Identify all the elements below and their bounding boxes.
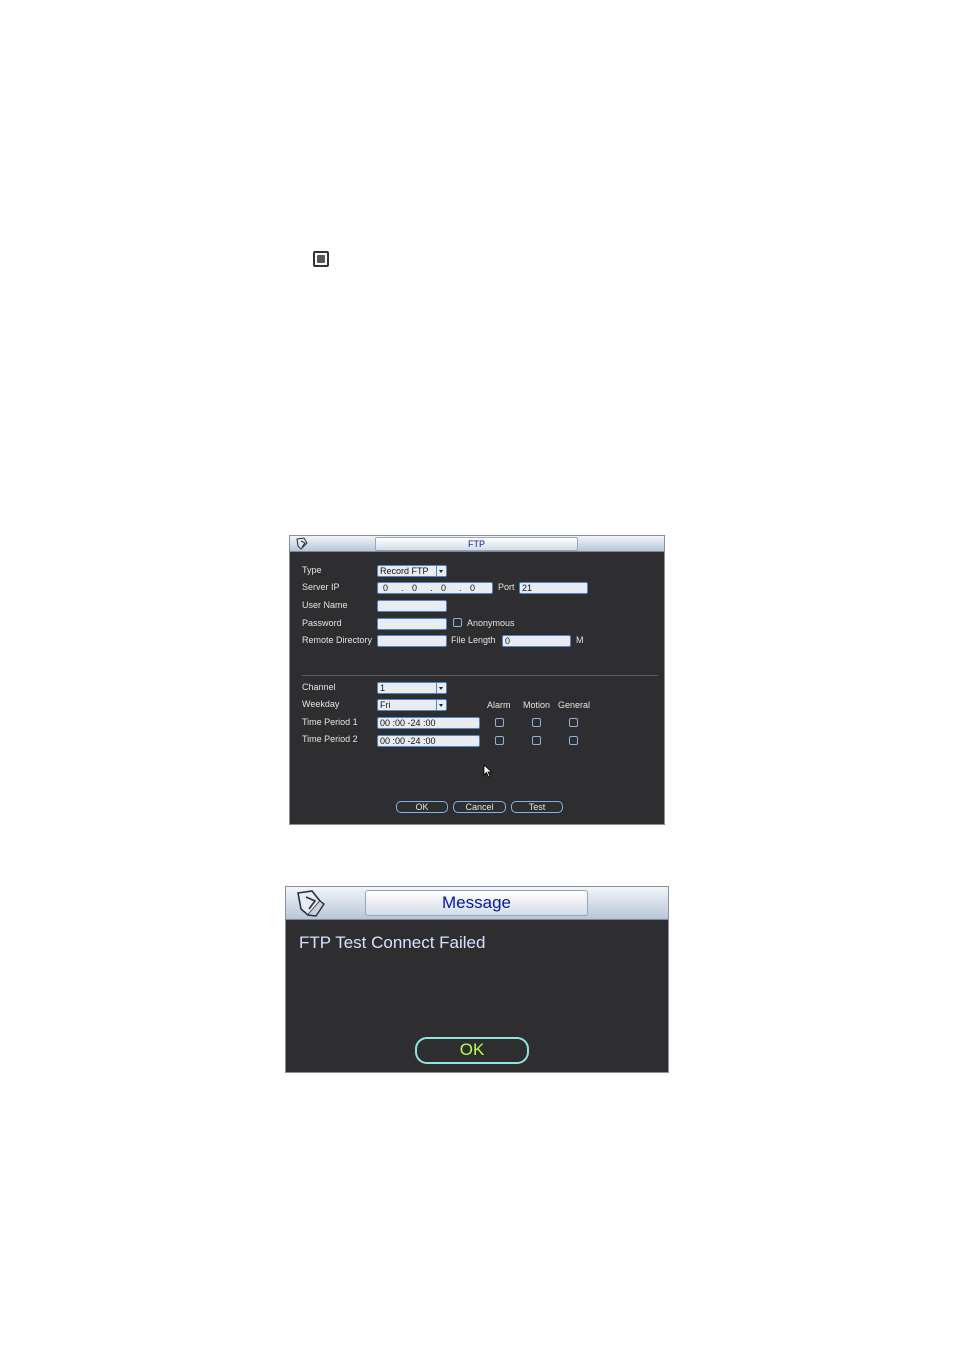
file-length-unit: M: [576, 635, 584, 645]
ip-octet-1[interactable]: 0: [383, 583, 388, 593]
checkbox-icon: [313, 251, 329, 267]
alarm-header: Alarm: [487, 700, 511, 710]
weekday-select[interactable]: Fri: [377, 699, 447, 711]
time-period-1-field[interactable]: 00 :00 -24 :00: [377, 717, 480, 729]
mouse-cursor-icon: [483, 764, 493, 778]
test-button[interactable]: Test: [511, 801, 563, 813]
ok-button[interactable]: OK: [396, 801, 448, 813]
channel-label: Channel: [302, 682, 336, 692]
ip-octet-4[interactable]: 0: [470, 583, 475, 593]
type-label: Type: [302, 565, 322, 575]
chevron-down-icon: [436, 683, 446, 693]
chevron-down-icon: [436, 700, 446, 710]
chevron-down-icon: [436, 566, 446, 576]
port-label: Port: [498, 582, 515, 592]
file-length-field[interactable]: 0: [502, 635, 571, 647]
message-window: Message FTP Test Connect Failed OK: [285, 886, 669, 1073]
port-field[interactable]: 21: [519, 582, 588, 594]
period-2-general-checkbox[interactable]: [569, 736, 578, 745]
username-field[interactable]: [377, 600, 447, 612]
period-1-alarm-checkbox[interactable]: [495, 718, 504, 727]
ftp-window: FTP Type Record FTP Server IP 0 . 0 . 0 …: [289, 535, 665, 825]
app-logo-icon: [296, 537, 308, 550]
ip-octet-3[interactable]: 0: [441, 583, 446, 593]
ftp-title: FTP: [375, 537, 578, 551]
message-titlebar: Message: [286, 887, 668, 920]
time-period-2-field[interactable]: 00 :00 -24 :00: [377, 735, 480, 747]
ip-dot: .: [401, 583, 404, 593]
channel-select-value: 1: [380, 683, 386, 693]
channel-select[interactable]: 1: [377, 682, 447, 694]
remote-directory-field[interactable]: [377, 635, 447, 647]
message-title: Message: [365, 890, 588, 916]
period-2-alarm-checkbox[interactable]: [495, 736, 504, 745]
ip-dot: .: [430, 583, 433, 593]
server-ip-field[interactable]: 0 . 0 . 0 . 0: [377, 582, 493, 594]
period-2-motion-checkbox[interactable]: [532, 736, 541, 745]
password-label: Password: [302, 618, 342, 628]
weekday-select-value: Fri: [380, 700, 391, 710]
cancel-button[interactable]: Cancel: [453, 801, 506, 813]
divider: [302, 675, 658, 676]
period-1-general-checkbox[interactable]: [569, 718, 578, 727]
remote-directory-label: Remote Directory: [302, 635, 373, 645]
general-header: General: [558, 700, 591, 710]
time-period-1-label: Time Period 1: [302, 717, 358, 727]
server-ip-label: Server IP: [302, 582, 340, 592]
file-length-label: File Length: [451, 635, 496, 645]
type-select[interactable]: Record FTP: [377, 565, 447, 577]
type-select-value: Record FTP: [380, 566, 429, 576]
period-1-motion-checkbox[interactable]: [532, 718, 541, 727]
anonymous-label: Anonymous: [467, 618, 515, 628]
weekday-label: Weekday: [302, 699, 340, 709]
anonymous-checkbox[interactable]: [453, 618, 462, 627]
app-logo-icon: [297, 890, 325, 917]
motion-header: Motion: [523, 700, 551, 710]
message-text: FTP Test Connect Failed: [299, 933, 486, 952]
password-field[interactable]: [377, 618, 447, 630]
ftp-titlebar: FTP: [290, 536, 664, 552]
username-label: User Name: [302, 600, 348, 610]
time-period-2-label: Time Period 2: [302, 734, 358, 744]
message-ok-button[interactable]: OK: [415, 1037, 529, 1064]
ip-octet-2[interactable]: 0: [412, 583, 417, 593]
ip-dot: .: [459, 583, 462, 593]
